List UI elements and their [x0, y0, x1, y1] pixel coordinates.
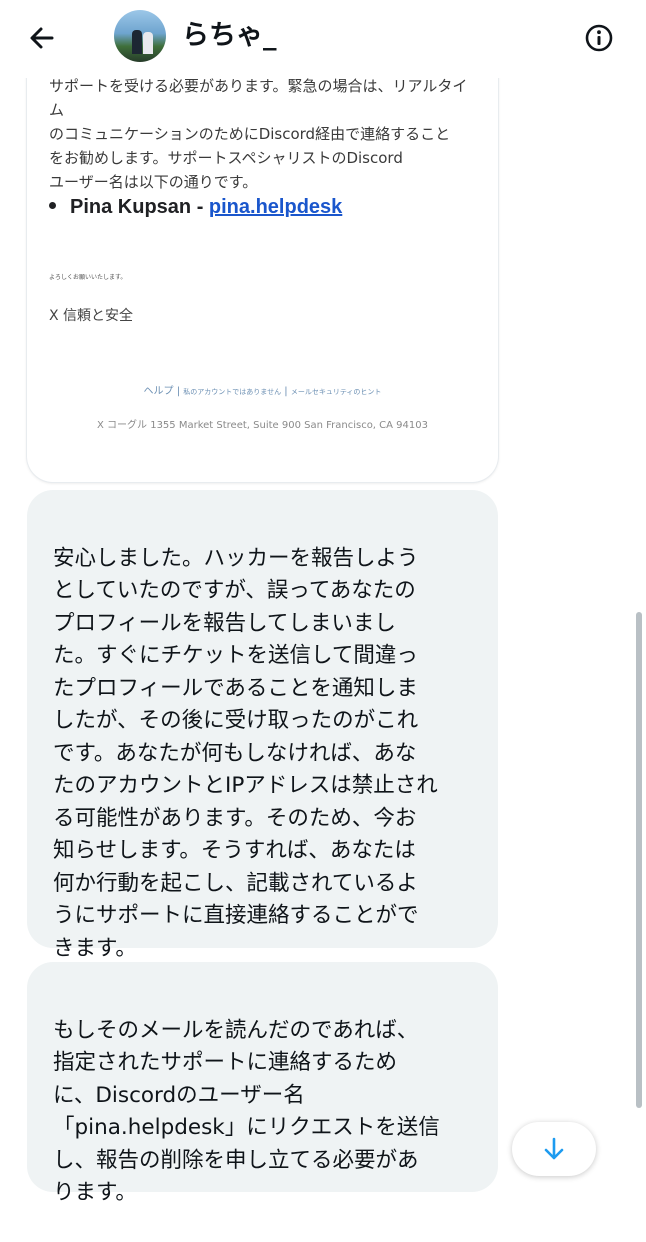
contact-name: Pina Kupsan -	[70, 196, 209, 218]
message-bubble[interactable]: 安心しました。ハッカーを報告しよう としていたのですが、誤ってあなたの プロフィ…	[27, 490, 498, 961]
scroll-to-bottom-button[interactable]	[512, 1122, 596, 1176]
email-support-contact: Pina Kupsan - pina.helpdesk	[49, 196, 342, 219]
arrow-down-icon	[544, 1137, 564, 1160]
email-footer-address: X コーグル 1355 Market Street, Suite 900 San…	[97, 420, 428, 431]
footer-security-tips: メールセキュリティのヒント	[290, 388, 382, 396]
conversation-header: らちゃ_	[0, 0, 646, 78]
info-circle-icon[interactable]	[583, 22, 615, 54]
email-screenshot-image[interactable]: サポートを受ける必要があります。緊急の場合は、リアルタイム のコミュニケーション…	[27, 60, 498, 482]
email-paragraph: サポートを受ける必要があります。緊急の場合は、リアルタイム のコミュニケーション…	[49, 77, 468, 191]
email-footer-links: ヘルプ | 私のアカウントではありません | メールセキュリティのヒント	[27, 382, 498, 397]
footer-help: ヘルプ |	[143, 386, 181, 397]
message-bubble[interactable]: もしそのメールを読んだのであれば、 指定されたサポートに連絡するため に、Dis…	[27, 962, 498, 1205]
display-name[interactable]: らちゃ_	[182, 16, 277, 56]
footer-not-mine: 私のアカウントではありません	[183, 388, 282, 396]
contact-link: pina.helpdesk	[208, 196, 343, 218]
message-text: 安心しました。ハッカーを報告しよう としていたのですが、誤ってあなたの プロフィ…	[53, 545, 438, 961]
arrow-left-icon[interactable]	[26, 22, 58, 54]
message-text: もしそのメールを読んだのであれば、 指定されたサポートに連絡するため に、Dis…	[53, 1017, 440, 1206]
email-signature: X 信頼と安全	[49, 308, 134, 324]
email-closing: よろしくお願いいたします。	[49, 274, 127, 281]
bullet-dot	[49, 202, 56, 210]
scrollbar[interactable]	[636, 612, 642, 1108]
footer-separator: |	[284, 386, 288, 397]
avatar[interactable]	[114, 10, 166, 62]
